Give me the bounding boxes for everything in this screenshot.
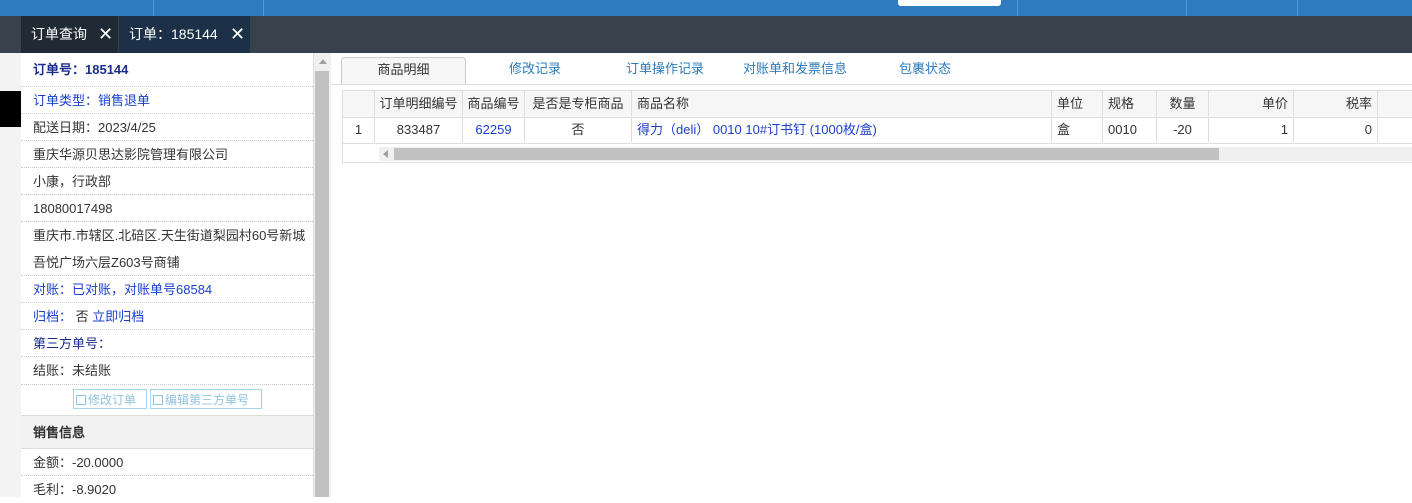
- tab-modification-log[interactable]: 修改记录: [495, 57, 575, 84]
- product-id-link[interactable]: 62259: [463, 117, 525, 142]
- unit-price-cell: 1: [1209, 117, 1294, 142]
- panel-scrollbar[interactable]: [314, 53, 331, 497]
- tab-order-query[interactable]: 订单查询 ✕: [21, 16, 118, 53]
- archive-value: 否: [75, 309, 89, 324]
- reconcile-status: 对账：已对账，对账单号68584: [21, 276, 313, 303]
- tab-statement-invoice[interactable]: 对账单和发票信息: [737, 57, 853, 84]
- tab-order-detail[interactable]: 订单：185144 ✕: [119, 16, 250, 53]
- address-line-1: 重庆市.市辖区.北碚区.天生街道梨园村60号新城: [33, 228, 306, 243]
- scroll-left-arrow-icon[interactable]: [383, 150, 388, 158]
- tab-label: 订单：185144: [129, 26, 218, 42]
- contact-person: 小康，行政部: [21, 168, 313, 195]
- grid-header-cell[interactable]: 数量: [1157, 91, 1209, 116]
- tab-product-details[interactable]: 商品明细: [341, 57, 466, 84]
- order-number: 订单号：185144: [21, 53, 313, 87]
- top-nav-divider: [263, 0, 264, 16]
- settlement-status: 结账：未结账: [21, 357, 313, 385]
- sales-info-header: 销售信息: [21, 415, 313, 449]
- unit-cell: 盒: [1052, 117, 1103, 142]
- top-nav-divider: [1186, 0, 1187, 16]
- quantity-cell: -20: [1157, 117, 1209, 142]
- order-detail-main: 商品明细 修改记录 订单操作记录 对账单和发票信息 包裹状态 订单明细编号 商品…: [331, 53, 1412, 497]
- spec-cell: 0010: [1103, 117, 1157, 142]
- delivery-date: 配送日期：2023/4/25: [21, 114, 313, 141]
- archive-now-link[interactable]: 立即归档: [92, 309, 144, 324]
- edit-order-label: 修改订单: [88, 393, 137, 407]
- top-search-input[interactable]: [898, 0, 1001, 6]
- top-nav-divider: [153, 0, 154, 16]
- close-icon[interactable]: ✕: [98, 16, 113, 53]
- phone-number: 18080017498: [21, 195, 313, 222]
- grid-header-cell[interactable]: 是否是专柜商品: [525, 91, 632, 116]
- archive-label: 归档：: [33, 309, 73, 324]
- row-index: 1: [343, 117, 375, 142]
- counter-product-cell: 否: [525, 117, 632, 142]
- table-row[interactable]: 1 833487 62259 否 得力（deli） 0010 10#订书钉 (1…: [343, 117, 1412, 144]
- page-tab-bar: 订单查询 ✕ 订单：185144 ✕: [0, 16, 1412, 53]
- address-line-2: 吾悦广场六层Z603号商铺: [33, 255, 180, 270]
- left-nav-strip: [0, 53, 21, 497]
- detail-id-cell: 833487: [375, 117, 463, 142]
- sales-amount: 金额：-20.0000: [21, 449, 313, 476]
- product-name-link[interactable]: 得力（deli） 0010 10#订书钉 (1000枚/盒): [632, 117, 1052, 142]
- grid-header-cell[interactable]: 单价: [1209, 91, 1294, 116]
- top-nav-divider: [1297, 0, 1298, 16]
- top-nav-bar: [0, 0, 1412, 16]
- archive-status: 归档： 否 立即归档: [21, 303, 313, 330]
- tab-package-status[interactable]: 包裹状态: [887, 57, 963, 84]
- grid-horizontal-scrollbar[interactable]: [379, 147, 1412, 161]
- delivery-address: 重庆市.市辖区.北碚区.天生街道梨园村60号新城 吾悦广场六层Z603号商铺: [21, 222, 313, 276]
- edit-icon: [76, 395, 86, 405]
- order-type: 订单类型：销售退单: [21, 87, 313, 114]
- close-icon[interactable]: ✕: [230, 16, 245, 53]
- top-nav-divider: [1017, 0, 1018, 16]
- third-party-number: 第三方单号：: [21, 330, 313, 357]
- scrollbar-thumb[interactable]: [394, 148, 1219, 160]
- grid-header-cell[interactable]: 单位: [1052, 91, 1103, 116]
- edit-third-party-label: 编辑第三方单号: [165, 393, 250, 407]
- scroll-up-arrow-icon[interactable]: [319, 59, 327, 64]
- edit-third-party-button[interactable]: 编辑第三方单号: [150, 389, 262, 409]
- tab-operation-log[interactable]: 订单操作记录: [613, 57, 717, 84]
- left-nav-active-marker: [0, 91, 21, 127]
- company-name: 重庆华源贝思达影院管理有限公司: [21, 141, 313, 168]
- grid-header-row: 订单明细编号 商品编号 是否是专柜商品 商品名称 单位 规格 数量 单价 税率: [343, 91, 1412, 118]
- order-info-panel: 订单号：185144 订单类型：销售退单 配送日期：2023/4/25 重庆华源…: [21, 53, 314, 497]
- grid-header-cell[interactable]: 规格: [1103, 91, 1157, 116]
- grid-header-cell[interactable]: 税率: [1294, 91, 1378, 116]
- product-grid: 订单明细编号 商品编号 是否是专柜商品 商品名称 单位 规格 数量 单价 税率 …: [342, 90, 1412, 163]
- grid-header-index: [343, 91, 375, 116]
- gross-profit: 毛利：-8.9020: [33, 482, 117, 497]
- scrollbar-thumb[interactable]: [315, 71, 329, 497]
- grid-header-cell[interactable]: 商品编号: [463, 91, 525, 116]
- grid-header-cell[interactable]: 订单明细编号: [375, 91, 463, 116]
- tax-rate-cell: 0: [1294, 117, 1378, 142]
- tab-label: 订单查询: [31, 26, 87, 42]
- edit-icon: [153, 395, 163, 405]
- grid-header-cell[interactable]: 商品名称: [632, 91, 1052, 116]
- edit-order-button[interactable]: 修改订单: [73, 389, 147, 409]
- detail-tab-bar: 商品明细 修改记录 订单操作记录 对账单和发票信息 包裹状态: [331, 53, 1412, 85]
